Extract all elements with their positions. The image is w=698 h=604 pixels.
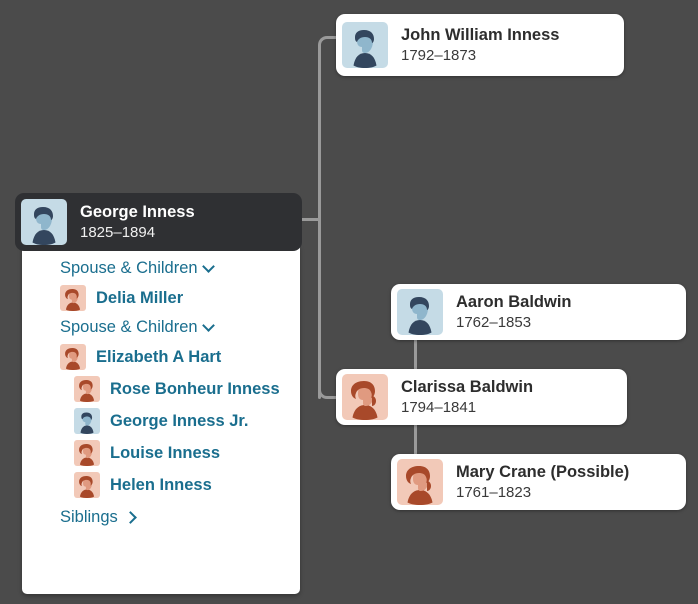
connector-focus-stub [299,218,321,221]
person-years: 1792–1873 [401,46,477,64]
chevron-down-icon [201,319,215,332]
relative-row-elizabeth-a-hart[interactable]: Elizabeth A Hart [22,341,300,373]
relative-row-helen-inness[interactable]: Helen Inness [22,469,300,501]
relative-row-rose-bonheur-inness[interactable]: Rose Bonheur Inness [22,373,300,405]
person-card-meta: Aaron Baldwin 1762–1853 [456,293,572,331]
avatar-female [397,459,443,505]
person-name: George Inness [80,202,195,221]
person-card-meta: Mary Crane (Possible) 1761–1823 [456,463,629,501]
connector-grandfather-to-mother [414,338,417,370]
person-years: 1825–1894 [80,223,156,241]
group-header-label: Spouse & Children [60,259,198,277]
person-name: Clarissa Baldwin [401,377,534,396]
relative-row-george-inness-jr[interactable]: George Inness Jr. [22,405,300,437]
avatar-male [342,22,388,68]
relative-name: Helen Inness [110,475,212,494]
person-name: Mary Crane (Possible) [456,462,630,481]
avatar-male-mini [74,408,100,434]
person-years: 1761–1823 [456,483,532,501]
person-card-clarissa-baldwin[interactable]: Clarissa Baldwin 1794–1841 [336,369,627,425]
relative-name: George Inness Jr. [110,411,249,430]
avatar-female-mini [74,472,100,498]
person-card-george-inness-focus[interactable]: George Inness 1825–1894 [15,193,302,251]
person-card-meta: Clarissa Baldwin 1794–1841 [401,378,533,416]
relatives-panel: Spouse & Children Delia Miller Spouse & … [22,246,300,594]
siblings-label: Siblings [60,508,118,526]
avatar-female-mini [74,440,100,466]
family-tree-canvas: John William Inness 1792–1873 Aaron Bald… [0,0,698,604]
avatar-male [397,289,443,335]
avatar-female-mini [60,285,86,311]
relative-name: Delia Miller [96,288,184,307]
person-card-mary-crane[interactable]: Mary Crane (Possible) 1761–1823 [391,454,686,510]
person-card-meta: George Inness 1825–1894 [80,203,195,241]
relative-name: Rose Bonheur Inness [110,379,280,398]
relative-row-louise-inness[interactable]: Louise Inness [22,437,300,469]
person-name: Aaron Baldwin [456,292,572,311]
connector-spine-vertical [318,44,321,399]
person-years: 1794–1841 [401,398,477,416]
person-card-meta: John William Inness 1792–1873 [401,26,559,64]
avatar-female-mini [60,344,86,370]
chevron-right-icon [123,511,137,524]
relative-name: Elizabeth A Hart [96,347,222,366]
chevron-down-icon [201,260,215,273]
person-years: 1762–1853 [456,313,532,331]
person-card-aaron-baldwin[interactable]: Aaron Baldwin 1762–1853 [391,284,686,340]
connector-mother-to-grandmother [414,424,417,456]
avatar-male [21,199,67,245]
person-name: John William Inness [401,25,560,44]
avatar-female [342,374,388,420]
avatar-female-mini [74,376,100,402]
group-header-label: Spouse & Children [60,318,198,336]
relative-row-delia-miller[interactable]: Delia Miller [22,282,300,314]
person-card-john-william-inness[interactable]: John William Inness 1792–1873 [336,14,624,76]
relative-name: Louise Inness [110,443,221,462]
group-header-spouse-children-2[interactable]: Spouse & Children [22,314,300,341]
siblings-link[interactable]: Siblings [22,501,300,527]
group-header-spouse-children-1[interactable]: Spouse & Children [22,255,300,282]
